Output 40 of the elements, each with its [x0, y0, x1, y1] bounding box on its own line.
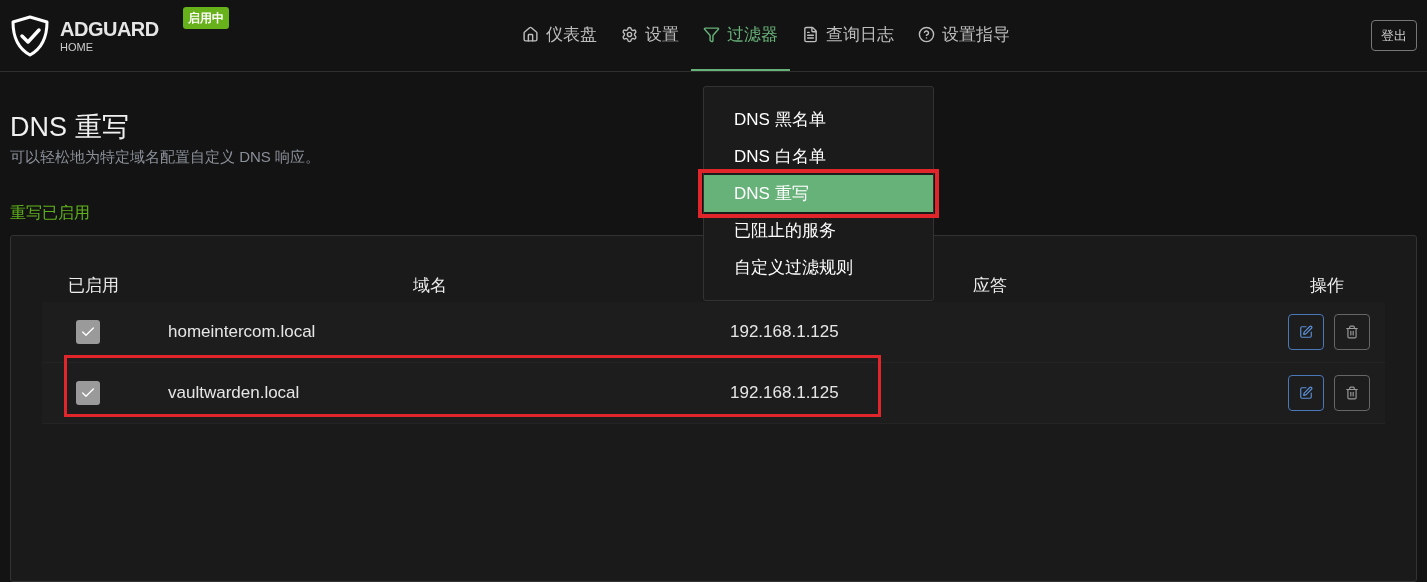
nav-tab[interactable]: 设置指导 [906, 0, 1022, 71]
column-header: 操作 [1308, 274, 1345, 297]
domain-cell-text: homeintercom.local [167, 320, 316, 343]
edit-button[interactable] [1287, 313, 1324, 350]
dropdown-item[interactable]: 自定义过滤规则 [704, 249, 933, 286]
trash-icon [1344, 385, 1359, 400]
home-icon [522, 26, 539, 43]
answer-cell-text: 192.168.1.125 [729, 320, 839, 343]
domain-cell-text: vaultwarden.local [167, 381, 300, 404]
dropdown-item[interactable]: DNS 白名单 [704, 138, 933, 175]
edit-icon [1298, 385, 1313, 400]
page-title: DNS 重写 [10, 111, 129, 144]
page-subtitle: 可以轻松地为特定域名配置自定义 DNS 响应。 [10, 147, 320, 167]
status-badge: 启用中 [182, 6, 229, 29]
shield-logo-icon [10, 14, 50, 57]
help-icon [918, 26, 935, 43]
delete-button[interactable] [1333, 313, 1370, 350]
column-header: 已启用 [67, 274, 120, 297]
nav-tab[interactable]: 查询日志 [790, 0, 906, 71]
nav-tab[interactable]: 设置 [609, 0, 691, 71]
edit-icon [1298, 324, 1313, 339]
edit-button[interactable] [1287, 374, 1324, 411]
dropdown-item[interactable]: DNS 黑名单 [704, 101, 933, 138]
logout-button[interactable]: 登出 [1371, 19, 1417, 52]
filter-icon [703, 26, 720, 43]
document-icon [802, 26, 819, 43]
dropdown-item[interactable]: 已阻止的服务 [704, 212, 933, 249]
answer-cell-text: 192.168.1.125 [729, 381, 839, 404]
nav-tab[interactable]: 过滤器 [691, 0, 790, 71]
rewrite-status: 重写已启用 [10, 202, 90, 223]
settings-icon [621, 26, 638, 43]
enabled-checkbox[interactable] [76, 319, 100, 344]
column-header: 域名 [412, 274, 448, 297]
nav-tab[interactable]: 仪表盘 [510, 0, 609, 71]
enabled-checkbox[interactable] [76, 380, 100, 405]
column-header: 应答 [972, 274, 1008, 297]
logo-subtitle: HOME [60, 41, 94, 53]
delete-button[interactable] [1333, 374, 1370, 411]
trash-icon [1344, 324, 1359, 339]
logo-title: ADGUARD [60, 18, 159, 39]
